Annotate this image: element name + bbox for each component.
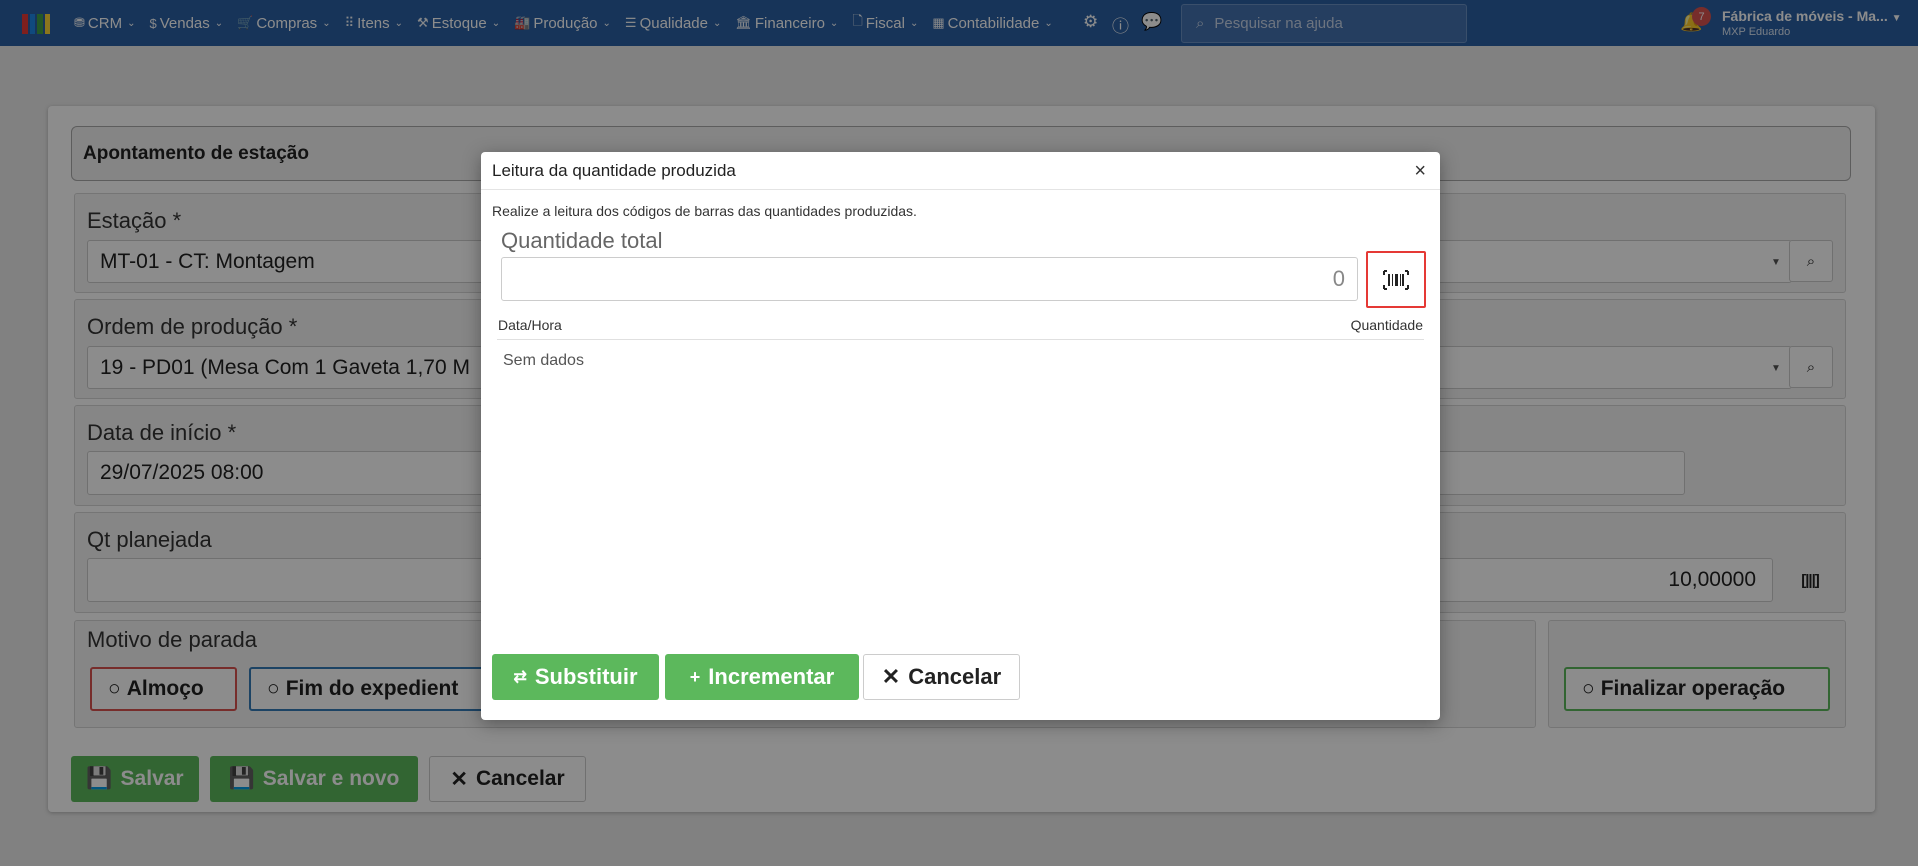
quantidade-total-input[interactable]: 0 <box>501 257 1358 301</box>
empty-table-message: Sem dados <box>503 352 584 369</box>
close-icon[interactable]: × <box>1414 160 1426 183</box>
swap-icon: ⇄ <box>513 669 527 686</box>
quantity-reading-modal: Leitura da quantidade produzida × Realiz… <box>481 152 1440 720</box>
column-header-datahora[interactable]: Data/Hora <box>498 317 562 333</box>
column-header-quantidade[interactable]: Quantidade <box>1351 317 1423 333</box>
modal-header: Leitura da quantidade produzida <box>481 152 1440 190</box>
barcode-scan-button[interactable] <box>1366 251 1426 308</box>
quantidade-total-label: Quantidade total <box>501 228 663 253</box>
incrementar-button[interactable]: + Incrementar <box>665 654 859 700</box>
substituir-button[interactable]: ⇄ Substituir <box>492 654 659 700</box>
plus-icon: + <box>689 666 701 687</box>
table-header-divider <box>497 339 1424 340</box>
modal-description: Realize a leitura dos códigos de barras … <box>492 203 917 219</box>
barcode-icon <box>1383 269 1409 290</box>
close-icon: ✕ <box>881 664 901 689</box>
modal-cancel-button[interactable]: ✕ Cancelar <box>863 654 1020 700</box>
modal-title: Leitura da quantidade produzida <box>492 160 736 180</box>
